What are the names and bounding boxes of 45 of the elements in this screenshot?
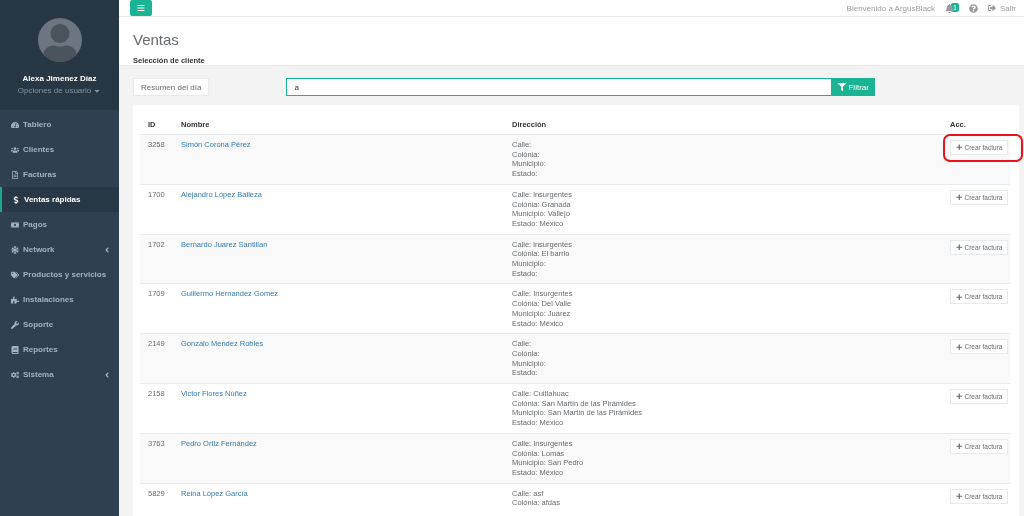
sidebar-item[interactable]: Soporte <box>0 312 119 337</box>
plus-icon <box>956 243 963 251</box>
avatar <box>37 18 82 62</box>
plus-icon <box>956 443 963 450</box>
help-button[interactable] <box>969 3 978 13</box>
plus-icon <box>956 144 963 151</box>
menu-icon <box>137 4 145 12</box>
dollar-icon <box>12 195 20 204</box>
document-icon <box>11 170 19 179</box>
plus-icon <box>956 492 963 500</box>
welcome-text: Bienvenido a ArgusBlack <box>846 3 936 13</box>
sidebar-item[interactable]: Clientes <box>0 137 119 162</box>
sidebar-item[interactable]: Sistema <box>0 362 119 387</box>
plus-icon <box>956 293 963 301</box>
summary-button[interactable]: Resumen del día <box>133 78 210 96</box>
snowflake-icon <box>11 245 19 254</box>
menu-button[interactable] <box>130 0 152 16</box>
tags-icon <box>11 270 19 279</box>
filter-icon <box>838 83 847 91</box>
wrench-icon <box>11 320 19 329</box>
search-field[interactable]: a <box>286 78 833 96</box>
filter-button[interactable]: Filtrar <box>832 78 875 96</box>
sign-out-icon <box>988 4 996 12</box>
sidebar-item[interactable]: Ventas rápidas <box>0 187 119 212</box>
plus-icon <box>956 393 963 400</box>
sidebar-item[interactable]: Instalaciones <box>0 287 119 312</box>
book-icon <box>11 345 19 354</box>
sidebar-item[interactable]: Pagos <box>0 212 119 237</box>
sidebar-item[interactable]: Tablero <box>0 112 119 137</box>
plus-icon <box>956 194 963 201</box>
user-options-link[interactable]: Opciones de usuario <box>17 86 102 95</box>
plus-icon <box>956 343 963 350</box>
sidebar-item[interactable]: Facturas <box>0 162 119 187</box>
money-icon <box>11 220 19 229</box>
sidebar-item[interactable]: Reportes <box>0 337 119 362</box>
user-name: Alexa Jimenez Díaz <box>22 74 97 83</box>
logout-link[interactable]: Salir <box>988 3 1016 13</box>
help-icon <box>969 3 978 13</box>
sidebar-item[interactable]: Productos y servicios <box>0 262 119 287</box>
cogs-icon <box>11 370 19 379</box>
dashboard-icon <box>11 120 19 129</box>
users-icon <box>11 145 19 154</box>
sidebar-item[interactable]: Network <box>0 237 119 262</box>
page-title: Ventas <box>133 31 180 48</box>
puzzle-icon <box>11 295 19 304</box>
